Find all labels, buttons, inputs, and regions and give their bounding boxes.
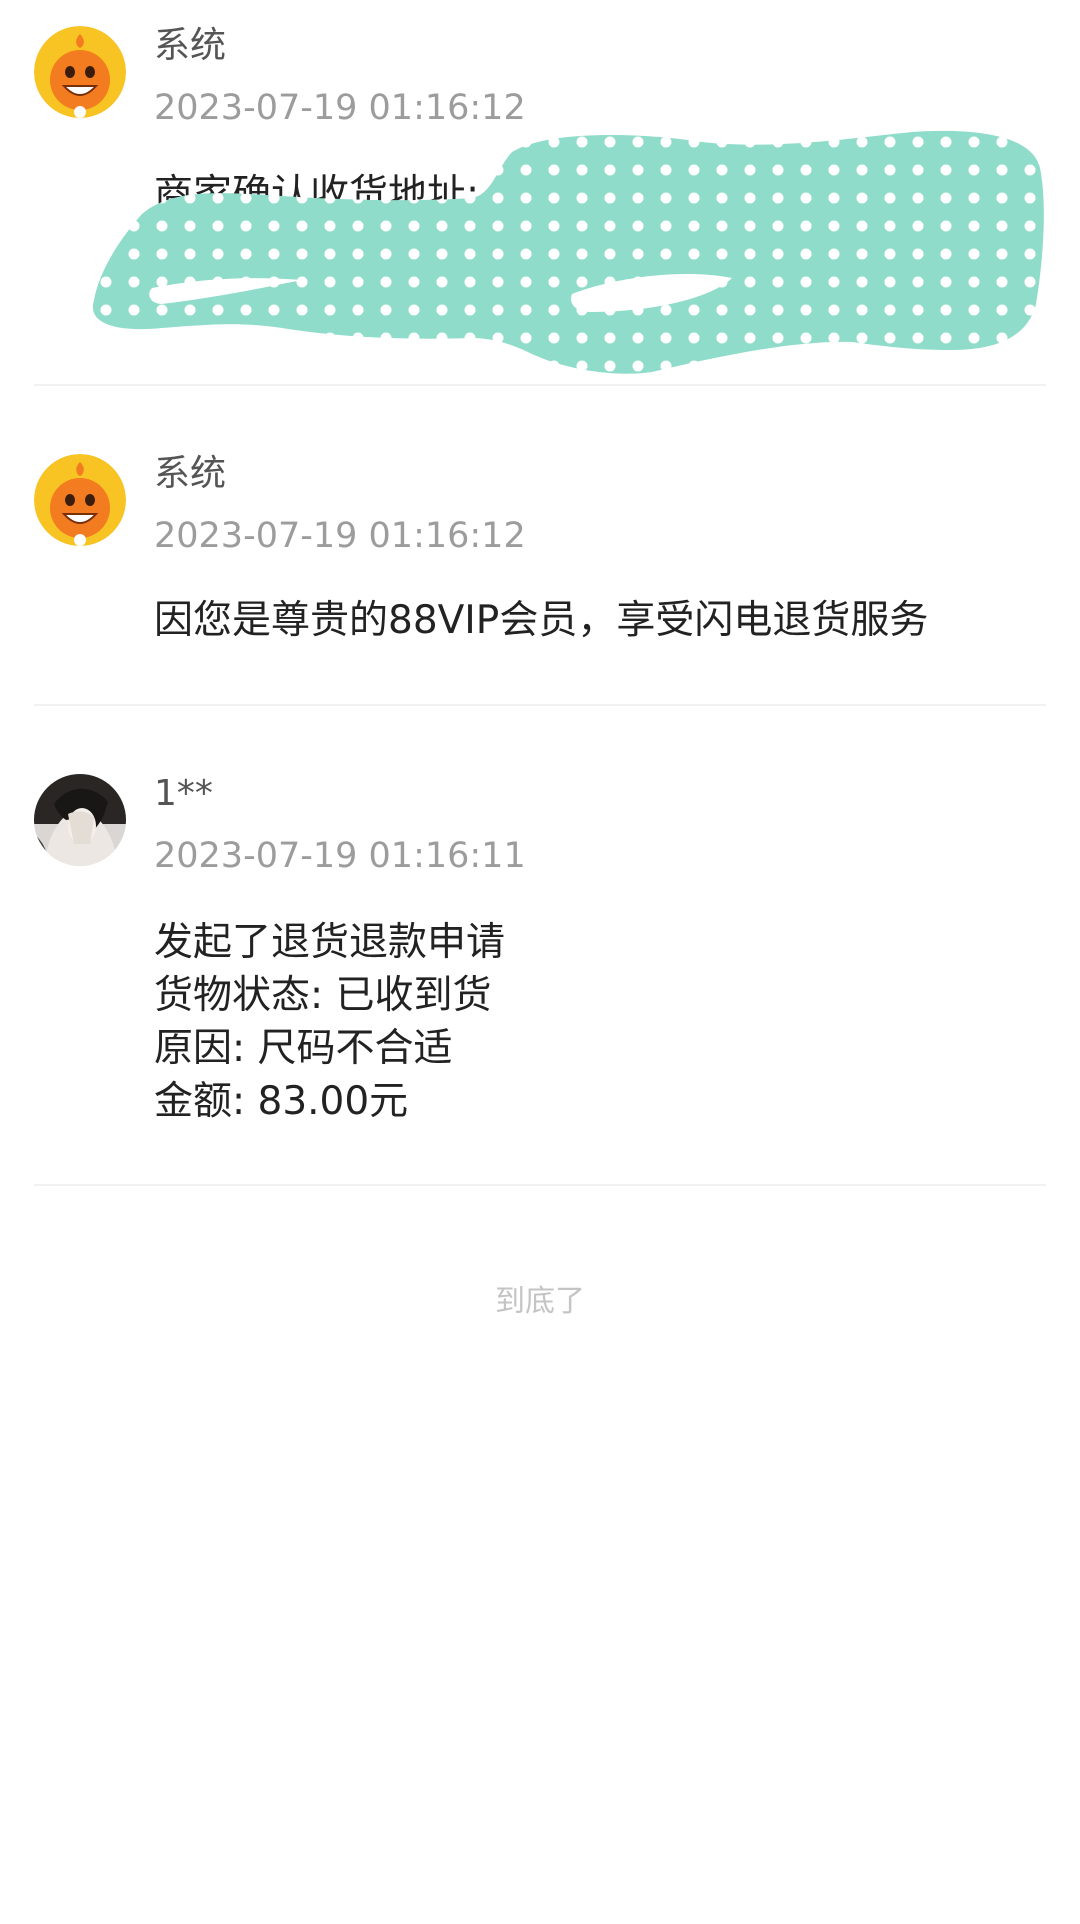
sender-name: 1** (154, 773, 213, 814)
list-item: 系统 2023-07-19 01:16:12 因您是尊贵的88VIP会员，享受闪… (34, 386, 1046, 706)
redaction-overlay (92, 128, 1080, 378)
sender-name: 系统 (154, 453, 227, 494)
end-of-list-text: 到底了 (495, 1284, 585, 1319)
sender-name: 系统 (154, 25, 227, 66)
message-line: 发起了退货退款申请 (154, 920, 506, 965)
timestamp: 2023-07-19 01:16:11 (154, 836, 526, 876)
timestamp: 2023-07-19 01:16:12 (154, 516, 526, 556)
message-content: 因您是尊贵的88VIP会员，享受闪电退货服务 (154, 594, 1046, 647)
message-content: 发起了退货退款申请 货物状态: 已收到货 原因: 尺码不合适 金额: 83.00… (154, 916, 1046, 1128)
timestamp: 2023-07-19 01:16:12 (154, 88, 526, 128)
avatar (34, 774, 126, 866)
avatar (34, 26, 126, 118)
taobao-mascot-icon (34, 454, 126, 546)
message-line: 金额: 83.00元 (154, 1079, 409, 1124)
user-photo-avatar (34, 774, 126, 866)
taobao-mascot-icon (34, 26, 126, 118)
message-line: 原因: 尺码不合适 (154, 1026, 453, 1071)
list-item: 1** 2023-07-19 01:16:11 发起了退货退款申请 货物状态: … (34, 706, 1046, 1186)
message-line: 货物状态: 已收到货 (154, 973, 492, 1018)
list-item: 系统 2023-07-19 01:16:12 商家确认收货地址: (34, 0, 1046, 386)
message-line: 因您是尊贵的88VIP会员，享受闪电退货服务 (154, 598, 929, 643)
avatar (34, 454, 126, 546)
negotiation-history-list: 系统 2023-07-19 01:16:12 商家确认收货地址: 系统 2023… (0, 0, 1080, 1186)
